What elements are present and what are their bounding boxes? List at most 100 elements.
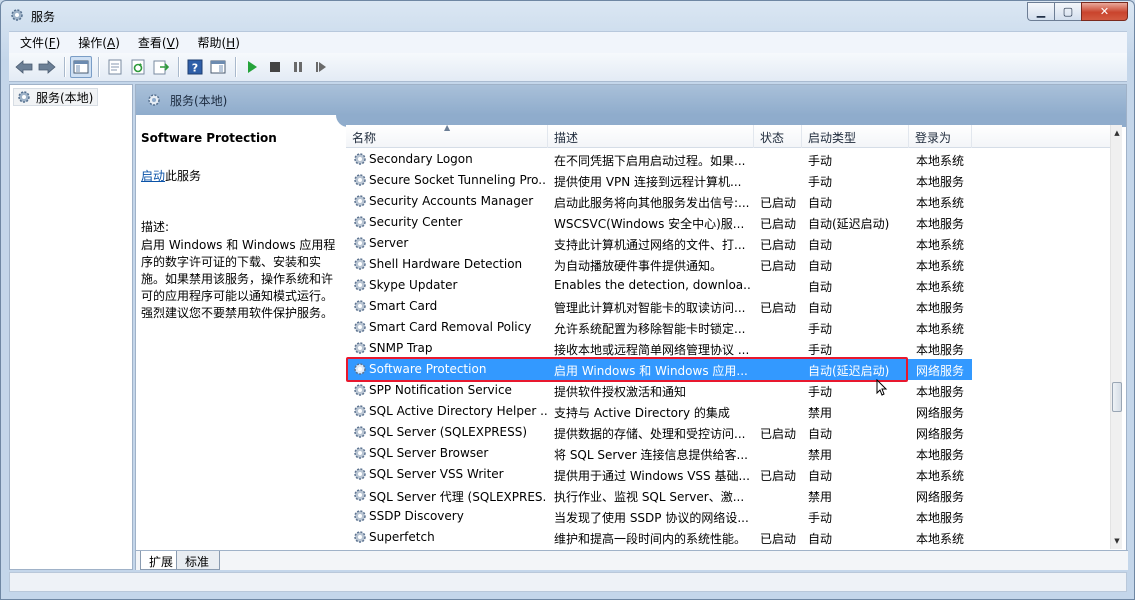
menu-file-close: ) — [55, 36, 61, 50]
column-name-label: 名称 — [352, 131, 377, 145]
properties-button[interactable] — [104, 56, 126, 78]
menu-view-close: ) — [174, 36, 180, 50]
service-gear-icon — [354, 342, 366, 354]
menu-action-label: 操作( — [78, 36, 107, 50]
menu-file-label: 文件( — [20, 36, 49, 50]
service-name-cell: SPP Notification Service — [369, 383, 512, 397]
service-description-cell: 维护和提高一段时间内的系统性能。 — [554, 532, 747, 546]
service-gear-icon — [354, 321, 366, 333]
maximize-button[interactable]: ▢ — [1054, 2, 1081, 21]
service-logon-cell: 本地服务 — [916, 343, 965, 357]
service-status-cell: 已启动 — [760, 469, 797, 483]
service-row[interactable]: Skype Updater Enables the detection, down… — [346, 275, 972, 296]
start-service-link[interactable]: 启动 — [141, 169, 165, 183]
service-row[interactable]: Smart Card Removal Policy 允许系统配置为移除智能卡时锁定… — [346, 317, 972, 338]
service-row[interactable]: SSDP Discovery 当发现了使用 SSDP 协议的网络设... 手动 本地服… — [346, 506, 972, 527]
service-description-cell: 允许系统配置为移除智能卡时锁定... — [554, 322, 746, 336]
scrollbar-thumb[interactable] — [1112, 382, 1122, 412]
sort-ascending-icon: ▲ — [444, 125, 451, 132]
start-service-suffix: 此服务 — [165, 169, 202, 183]
close-button[interactable]: ✕ — [1081, 2, 1128, 21]
service-description-cell: 支持与 Active Directory 的集成 — [554, 406, 730, 420]
service-gear-icon — [354, 279, 366, 291]
service-row[interactable]: Security Center WSCSVC(Windows 安全中心)服... 已… — [346, 212, 972, 233]
back-button[interactable] — [13, 56, 35, 78]
service-row[interactable]: SQL Server 代理 (SQLEXPRES... 执行作业、监视 SQL S… — [346, 485, 972, 506]
forward-button[interactable] — [36, 56, 58, 78]
service-description-cell: Enables the detection, downloa... — [554, 278, 750, 292]
service-row[interactable]: Secondary Logon 在不同凭据下启用启动过程。如果... 手动 本地系统 — [346, 149, 972, 170]
service-row[interactable]: SQL Server Browser 将 SQL Server 连接信息提供给客.… — [346, 443, 972, 464]
column-status[interactable]: 状态 — [754, 125, 802, 148]
svg-text:?: ? — [192, 62, 198, 75]
service-logon-cell: 本地服务 — [916, 511, 965, 525]
service-description-cell: 为自动播放硬件事件提供通知。 — [554, 259, 723, 273]
scroll-down-icon[interactable]: ▼ — [1112, 535, 1122, 547]
column-log-on-as[interactable]: 登录为 — [909, 125, 972, 148]
service-row[interactable]: SQL Server (SQLEXPRESS) 提供数据的存储、处理和受控访问..… — [346, 422, 972, 443]
restart-service-button[interactable] — [310, 56, 332, 78]
service-row[interactable]: Superfetch 维护和提高一段时间内的系统性能。 已启动 自动 本地系统 — [346, 527, 972, 548]
view-tabs: 扩展 标准 — [136, 550, 1128, 570]
service-startup-cell: 禁用 — [808, 406, 833, 420]
service-startup-cell: 手动 — [808, 322, 833, 336]
service-logon-cell: 本地服务 — [916, 301, 965, 315]
service-description-cell: 在不同凭据下启用启动过程。如果... — [554, 154, 746, 168]
service-name-cell: SNMP Trap — [369, 341, 433, 355]
menu-view[interactable]: 查看(V) — [129, 34, 189, 51]
services-gear-icon — [18, 91, 30, 103]
service-row[interactable]: Smart Card 管理此计算机对智能卡的取读访问... 已启动 自动 本地服务 — [346, 296, 972, 317]
service-gear-icon — [354, 468, 366, 480]
tab-standard[interactable]: 标准 — [176, 551, 221, 570]
menu-file[interactable]: 文件(F) — [11, 34, 69, 51]
service-row[interactable]: Secure Socket Tunneling Pro... 提供使用 VPN 连… — [346, 170, 972, 191]
menu-help-close: ) — [235, 36, 240, 50]
export-list-button[interactable] — [150, 56, 172, 78]
column-name[interactable]: 名称 ▲ — [346, 125, 548, 148]
service-logon-cell: 网络服务 — [916, 406, 965, 420]
service-row[interactable]: Shell Hardware Detection 为自动播放硬件事件提供通知。 已启… — [346, 254, 972, 275]
service-row[interactable]: SQL Active Directory Helper ... 支持与 Activ… — [346, 401, 972, 422]
service-logon-cell: 本地服务 — [916, 175, 965, 189]
scroll-up-icon[interactable]: ▲ — [1112, 127, 1122, 139]
menu-view-accesskey: V — [166, 36, 175, 50]
column-log-on-as-label: 登录为 — [915, 131, 952, 145]
service-description-cell: WSCSVC(Windows 安全中心)服... — [554, 217, 745, 231]
refresh-button[interactable] — [127, 56, 149, 78]
service-startup-cell: 自动 — [808, 196, 833, 210]
column-startup-type[interactable]: 启动类型 — [802, 125, 909, 148]
service-row[interactable]: Software Protection 启用 Windows 和 Windows … — [346, 359, 972, 380]
help-button[interactable]: ? — [184, 56, 206, 78]
service-row[interactable]: SNMP Trap 接收本地或远程简单网络管理协议 ... 手动 本地服务 — [346, 338, 972, 359]
pause-service-button[interactable] — [287, 56, 309, 78]
start-service-button[interactable] — [241, 56, 263, 78]
column-header-row: 名称 ▲ 描述 状态 启动类型 登录为 — [346, 125, 1110, 148]
menu-action[interactable]: 操作(A) — [69, 34, 129, 51]
services-pane: 服务(本地) Software Protection 启动此服务 描述: 启用 … — [135, 84, 1128, 570]
minimize-button[interactable]: ▁ — [1027, 2, 1054, 21]
service-description-cell: 执行作业、监视 SQL Server、激... — [554, 490, 745, 504]
properties-icon — [108, 59, 122, 75]
stop-service-button[interactable] — [264, 56, 286, 78]
title-bar[interactable]: 服务 ▁ ▢ ✕ — [1, 1, 1134, 31]
service-name-cell: Smart Card — [369, 299, 438, 313]
menu-help[interactable]: 帮助(H) — [188, 34, 248, 51]
vertical-scrollbar[interactable]: ▲ ▼ — [1110, 125, 1122, 549]
show-hide-tree-button[interactable] — [70, 56, 92, 78]
show-hide-action-pane-button[interactable] — [207, 56, 229, 78]
service-row[interactable]: Server 支持此计算机通过网络的文件、打... 已启动 自动 本地系统 — [346, 233, 972, 254]
service-row[interactable]: SQL Server VSS Writer 提供用于通过 Windows VSS … — [346, 464, 972, 485]
service-row[interactable]: Security Accounts Manager 启动此服务将向其他服务发出信号… — [346, 191, 972, 212]
caption-buttons: ▁ ▢ ✕ — [1027, 2, 1128, 21]
column-status-label: 状态 — [760, 131, 785, 145]
service-startup-cell: 自动 — [808, 280, 833, 294]
service-startup-cell: 手动 — [808, 154, 833, 168]
column-description[interactable]: 描述 — [548, 125, 754, 148]
service-logon-cell: 本地系统 — [916, 469, 965, 483]
tree-item-services-local[interactable]: 服务(本地) — [13, 88, 99, 106]
service-gear-icon — [354, 531, 366, 543]
forward-icon — [38, 60, 56, 74]
refresh-icon — [131, 59, 145, 75]
menu-file-accesskey: F — [48, 36, 56, 50]
service-logon-cell: 本地系统 — [916, 259, 965, 273]
